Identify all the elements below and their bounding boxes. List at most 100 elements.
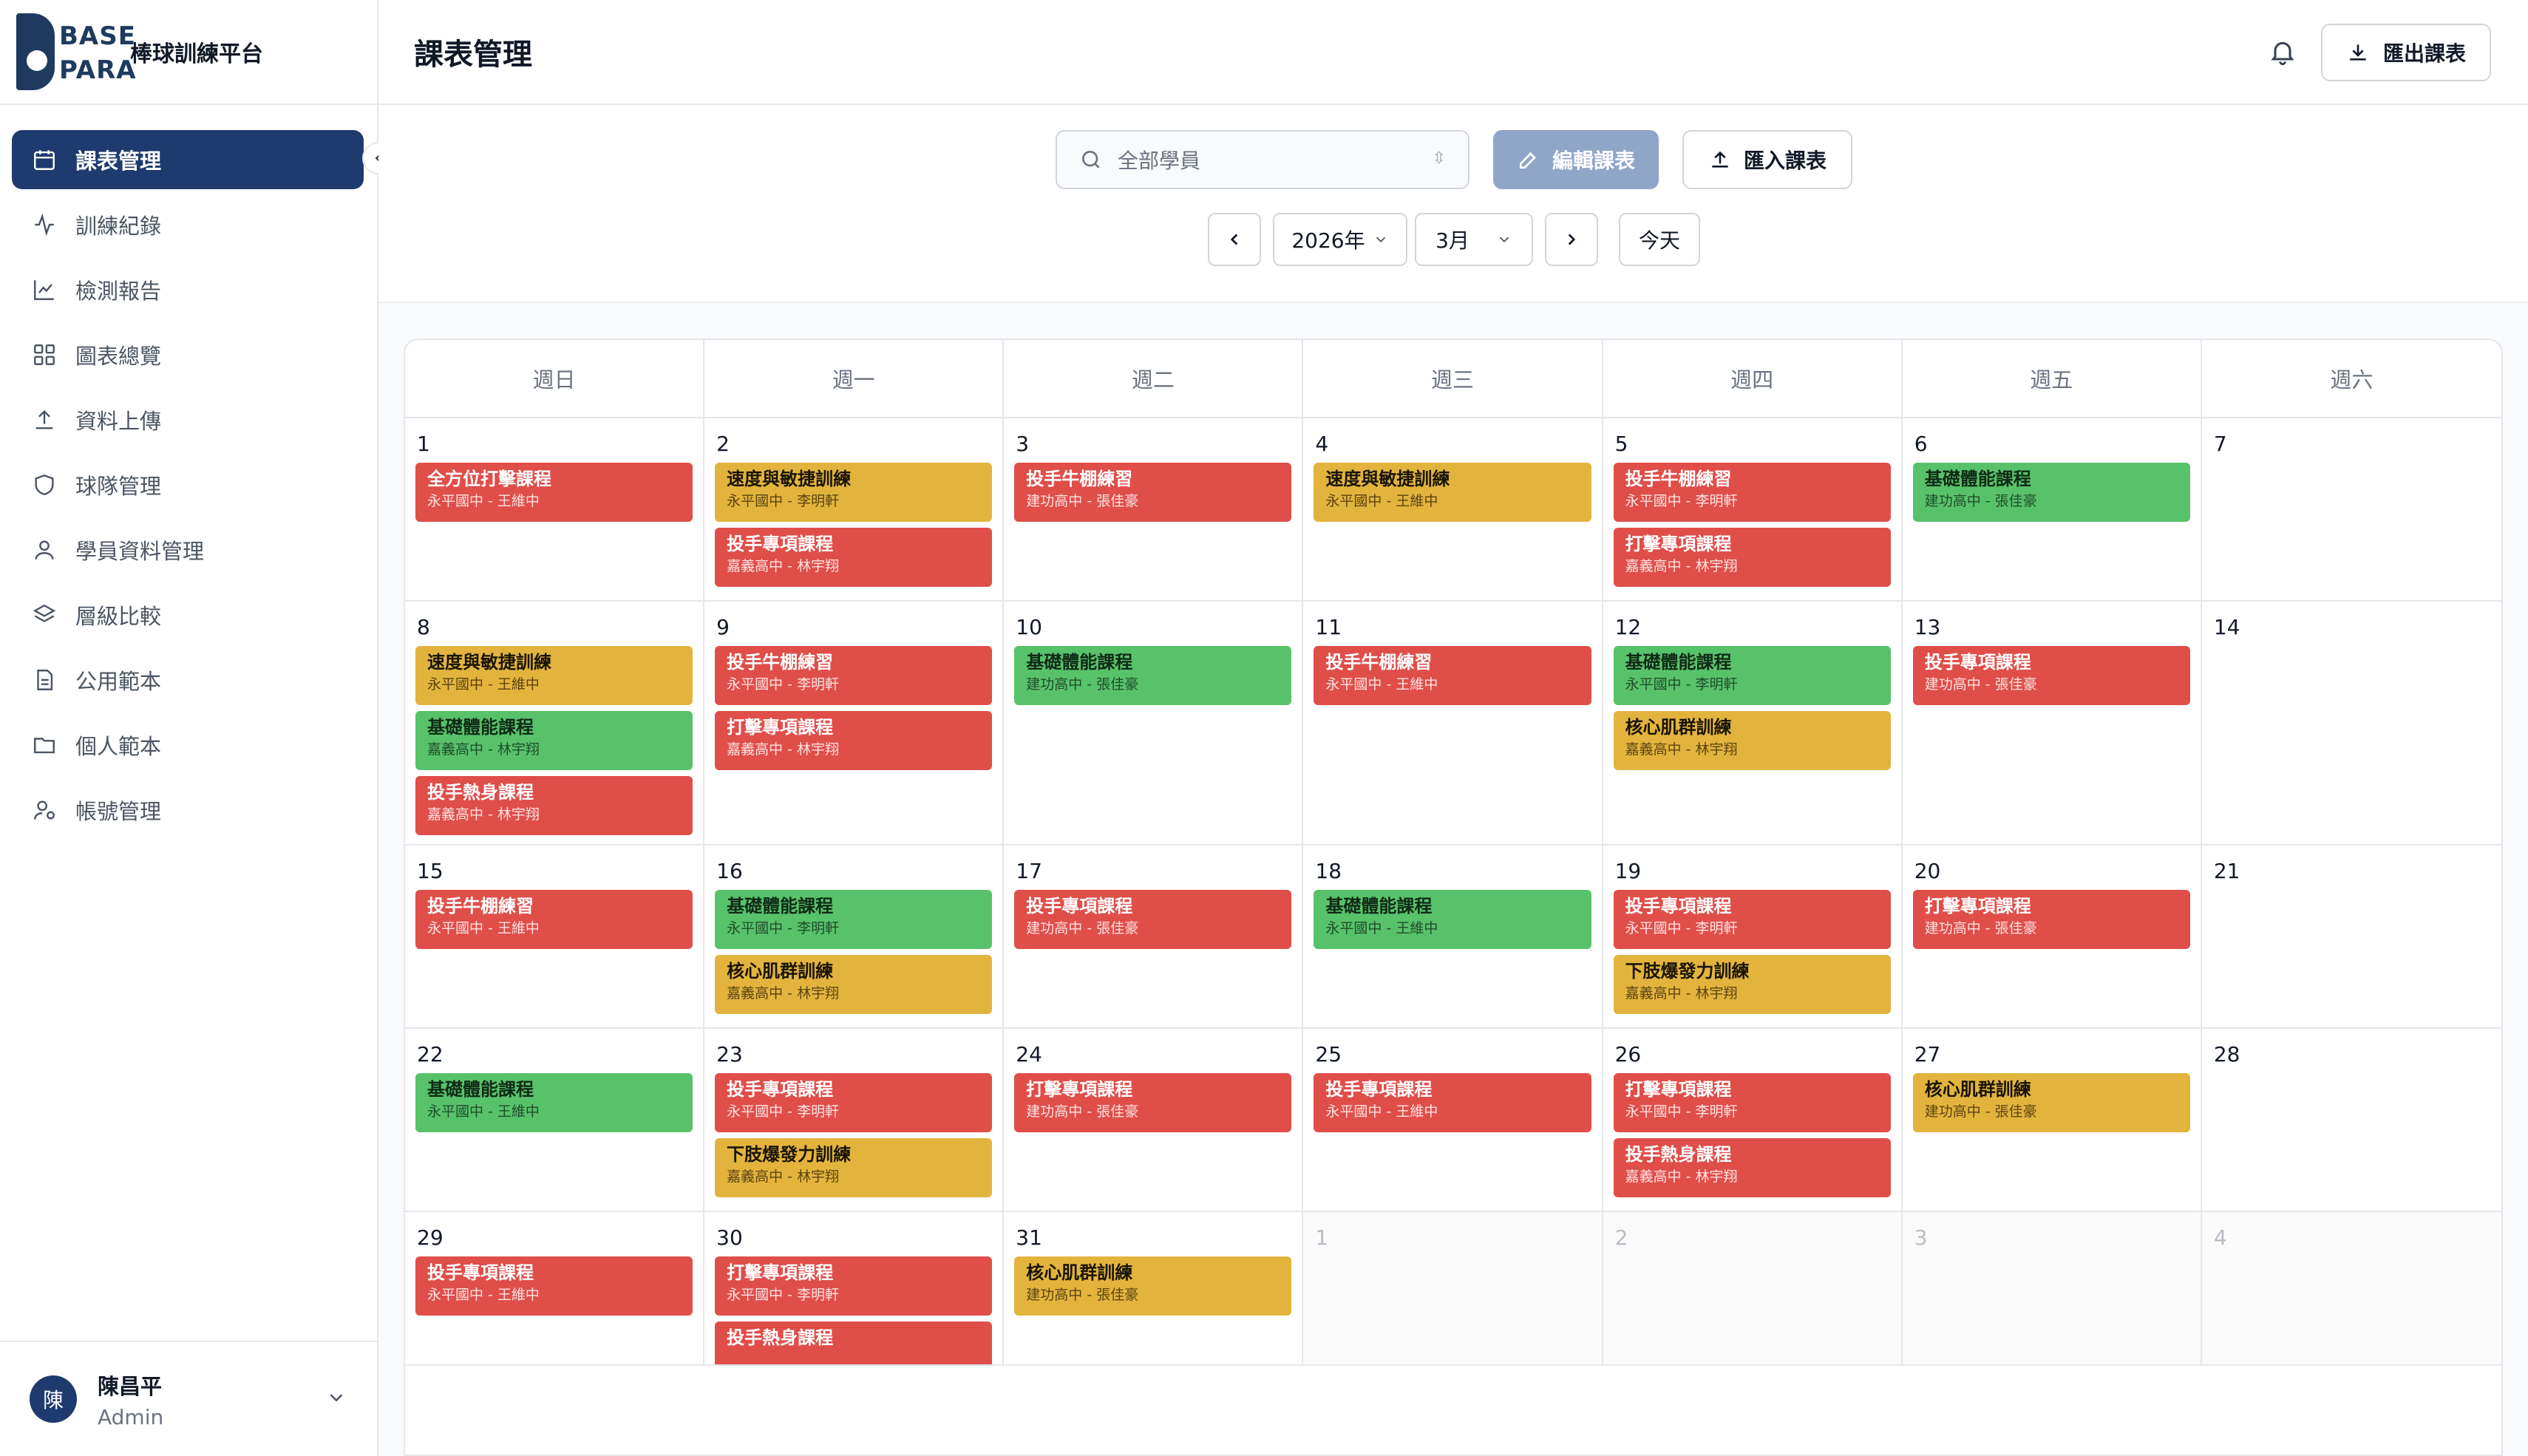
day-cell[interactable]: 18 基礎體能課程 永平國中 - 王維中: [1303, 846, 1603, 1029]
day-cell[interactable]: 22 基礎體能課程 永平國中 - 王維中: [405, 1029, 705, 1212]
event-card[interactable]: 下肢爆發力訓練 嘉義高中 - 林宇翔: [715, 1138, 993, 1197]
event-card[interactable]: 投手專項課程 建功高中 - 張佳豪: [1014, 890, 1292, 949]
sidebar-item-7[interactable]: 層級比較: [12, 585, 364, 644]
event-card[interactable]: 核心肌群訓練 嘉義高中 - 林宇翔: [715, 955, 993, 1014]
event-card[interactable]: 核心肌群訓練 嘉義高中 - 林宇翔: [1613, 711, 1891, 770]
day-cell[interactable]: 15 投手牛棚練習 永平國中 - 王維中: [405, 846, 705, 1029]
day-cell[interactable]: 29 投手專項課程 永平國中 - 王維中: [405, 1212, 705, 1366]
day-cell[interactable]: 12 基礎體能課程 永平國中 - 李明軒 核心肌群訓練 嘉義高中 - 林宇翔: [1603, 602, 1903, 846]
day-cell[interactable]: 5 投手牛棚練習 永平國中 - 李明軒 打擊專項課程 嘉義高中 - 林宇翔: [1603, 418, 1903, 602]
sidebar-item-4[interactable]: 資料上傳: [12, 390, 364, 449]
event-card[interactable]: 核心肌群訓練 建功高中 - 張佳豪: [1912, 1073, 2190, 1132]
sidebar-item-1[interactable]: 訓練紀錄: [12, 195, 364, 254]
event-card[interactable]: 基礎體能課程 永平國中 - 王維中: [1314, 890, 1591, 949]
edit-schedule-button[interactable]: 編輯課表: [1493, 130, 1659, 189]
day-cell[interactable]: 21: [2201, 846, 2501, 1029]
event-card[interactable]: 速度與敏捷訓練 永平國中 - 王維中: [415, 646, 693, 705]
event-card[interactable]: 打擊專項課程 永平國中 - 李明軒: [715, 1256, 993, 1316]
sidebar-item-10[interactable]: 帳號管理: [12, 780, 364, 840]
day-cell[interactable]: 2: [1603, 1212, 1903, 1366]
year-select[interactable]: 2026年: [1273, 213, 1407, 266]
event-card[interactable]: 打擊專項課程 永平國中 - 李明軒: [1613, 1073, 1891, 1132]
event-card[interactable]: 全方位打擊課程 永平國中 - 王維中: [415, 463, 693, 522]
sidebar-item-5[interactable]: 球隊管理: [12, 455, 364, 514]
day-cell[interactable]: 3 投手牛棚練習 建功高中 - 張佳豪: [1004, 418, 1304, 602]
next-month-button[interactable]: [1545, 213, 1598, 266]
bell-icon[interactable]: [2268, 37, 2297, 67]
day-cell[interactable]: 9 投手牛棚練習 永平國中 - 李明軒 打擊專項課程 嘉義高中 - 林宇翔: [704, 602, 1005, 846]
sidebar-item-2[interactable]: 檢測報告: [12, 260, 364, 319]
day-cell[interactable]: 8 速度與敏捷訓練 永平國中 - 王維中 基礎體能課程 嘉義高中 - 林宇翔 投手熱身課程…: [405, 602, 705, 846]
event-card[interactable]: 基礎體能課程 永平國中 - 王維中: [415, 1073, 693, 1132]
event-card[interactable]: 下肢爆發力訓練 嘉義高中 - 林宇翔: [1613, 955, 1891, 1014]
day-cell[interactable]: 27 核心肌群訓練 建功高中 - 張佳豪: [1902, 1029, 2202, 1212]
day-cell[interactable]: 14: [2201, 602, 2501, 846]
day-cell[interactable]: 11 投手牛棚練習 永平國中 - 王維中: [1303, 602, 1603, 846]
event-card[interactable]: 投手牛棚練習 永平國中 - 王維中: [1314, 646, 1591, 705]
user-menu[interactable]: 陳 陳昌平 Admin: [0, 1341, 377, 1456]
event-card[interactable]: 投手專項課程 建功高中 - 張佳豪: [1912, 646, 2190, 705]
day-cell[interactable]: 30 打擊專項課程 永平國中 - 李明軒 投手熱身課程: [704, 1212, 1005, 1366]
day-cell[interactable]: 31 核心肌群訓練 建功高中 - 張佳豪: [1004, 1212, 1304, 1366]
event-card[interactable]: 投手專項課程 永平國中 - 李明軒: [715, 1073, 993, 1132]
brand-logo[interactable]: BASE PARA: [16, 13, 136, 90]
export-button[interactable]: 匯出課表: [2321, 24, 2491, 81]
event-card[interactable]: 基礎體能課程 永平國中 - 李明軒: [715, 890, 993, 949]
event-card[interactable]: 投手牛棚練習 永平國中 - 李明軒: [715, 646, 993, 705]
event-card[interactable]: 投手牛棚練習 建功高中 - 張佳豪: [1014, 463, 1292, 522]
day-cell[interactable]: 4 速度與敏捷訓練 永平國中 - 王維中: [1303, 418, 1603, 602]
day-cell[interactable]: 1 全方位打擊課程 永平國中 - 王維中: [405, 418, 705, 602]
day-cell[interactable]: 10 基礎體能課程 建功高中 - 張佳豪: [1004, 602, 1304, 846]
prev-month-button[interactable]: [1208, 213, 1261, 266]
sidebar-item-3[interactable]: 圖表總覽: [12, 325, 364, 384]
event-title: 投手熱身課程: [1625, 1144, 1732, 1165]
event-card[interactable]: 投手專項課程 永平國中 - 李明軒: [1613, 890, 1891, 949]
day-cell[interactable]: 17 投手專項課程 建功高中 - 張佳豪: [1004, 846, 1304, 1029]
day-cell[interactable]: 13 投手專項課程 建功高中 - 張佳豪: [1902, 602, 2202, 846]
event-card[interactable]: 投手專項課程 永平國中 - 王維中: [1314, 1073, 1591, 1132]
user-role: Admin: [98, 1404, 164, 1429]
day-cell[interactable]: 2 速度與敏捷訓練 永平國中 - 李明軒 投手專項課程 嘉義高中 - 林宇翔: [704, 418, 1005, 602]
event-card[interactable]: 基礎體能課程 建功高中 - 張佳豪: [1912, 463, 2190, 522]
day-cell[interactable]: 1: [1303, 1212, 1603, 1366]
today-button[interactable]: 今天: [1619, 213, 1700, 266]
event-card[interactable]: 投手專項課程 永平國中 - 王維中: [415, 1256, 693, 1316]
event-card[interactable]: 速度與敏捷訓練 永平國中 - 李明軒: [715, 463, 993, 522]
event-card[interactable]: 基礎體能課程 永平國中 - 李明軒: [1613, 646, 1891, 705]
event-card[interactable]: 投手牛棚練習 永平國中 - 李明軒: [1613, 463, 1891, 522]
event-card[interactable]: 基礎體能課程 建功高中 - 張佳豪: [1014, 646, 1292, 705]
day-cell[interactable]: 20 打擊專項課程 建功高中 - 張佳豪: [1902, 846, 2202, 1029]
event-card[interactable]: 打擊專項課程 嘉義高中 - 林宇翔: [1613, 528, 1891, 587]
event-card[interactable]: 投手熱身課程: [715, 1321, 993, 1364]
event-card[interactable]: 投手專項課程 嘉義高中 - 林宇翔: [715, 528, 993, 587]
event-card[interactable]: 打擊專項課程 建功高中 - 張佳豪: [1912, 890, 2190, 949]
month-select[interactable]: 3月: [1415, 213, 1533, 266]
day-cell[interactable]: 28: [2201, 1029, 2501, 1212]
student-select-value: 全部學員: [1118, 149, 1201, 173]
day-cell[interactable]: 24 打擊專項課程 建功高中 - 張佳豪: [1004, 1029, 1304, 1212]
sidebar-item-9[interactable]: 個人範本: [12, 715, 364, 775]
day-cell[interactable]: 3: [1902, 1212, 2202, 1366]
event-card[interactable]: 投手牛棚練習 永平國中 - 王維中: [415, 890, 693, 949]
sidebar-item-6[interactable]: 學員資料管理: [12, 520, 364, 579]
day-cell[interactable]: 26 打擊專項課程 永平國中 - 李明軒 投手熱身課程 嘉義高中 - 林宇翔: [1603, 1029, 1903, 1212]
sidebar-item-0[interactable]: 課表管理: [12, 130, 364, 189]
day-cell[interactable]: 7: [2201, 418, 2501, 602]
day-cell[interactable]: 23 投手專項課程 永平國中 - 李明軒 下肢爆發力訓練 嘉義高中 - 林宇翔: [704, 1029, 1005, 1212]
import-schedule-button[interactable]: 匯入課表: [1682, 130, 1852, 189]
day-cell[interactable]: 19 投手專項課程 永平國中 - 李明軒 下肢爆發力訓練 嘉義高中 - 林宇翔: [1603, 846, 1903, 1029]
event-card[interactable]: 打擊專項課程 嘉義高中 - 林宇翔: [715, 711, 993, 770]
event-card[interactable]: 核心肌群訓練 建功高中 - 張佳豪: [1014, 1256, 1292, 1316]
sidebar-item-8[interactable]: 公用範本: [12, 650, 364, 710]
day-cell[interactable]: 4: [2201, 1212, 2501, 1366]
event-card[interactable]: 打擊專項課程 建功高中 - 張佳豪: [1014, 1073, 1292, 1132]
event-card[interactable]: 基礎體能課程 嘉義高中 - 林宇翔: [415, 711, 693, 770]
student-select[interactable]: 全部學員 ⇳: [1056, 130, 1469, 189]
event-card[interactable]: 速度與敏捷訓練 永平國中 - 王維中: [1314, 463, 1591, 522]
day-cell[interactable]: 6 基礎體能課程 建功高中 - 張佳豪: [1902, 418, 2202, 602]
event-card[interactable]: 投手熱身課程 嘉義高中 - 林宇翔: [415, 776, 693, 835]
day-cell[interactable]: 16 基礎體能課程 永平國中 - 李明軒 核心肌群訓練 嘉義高中 - 林宇翔: [704, 846, 1005, 1029]
day-cell[interactable]: 25 投手專項課程 永平國中 - 王維中: [1303, 1029, 1603, 1212]
chevron-down-icon[interactable]: [325, 1387, 347, 1409]
event-card[interactable]: 投手熱身課程 嘉義高中 - 林宇翔: [1613, 1138, 1891, 1197]
